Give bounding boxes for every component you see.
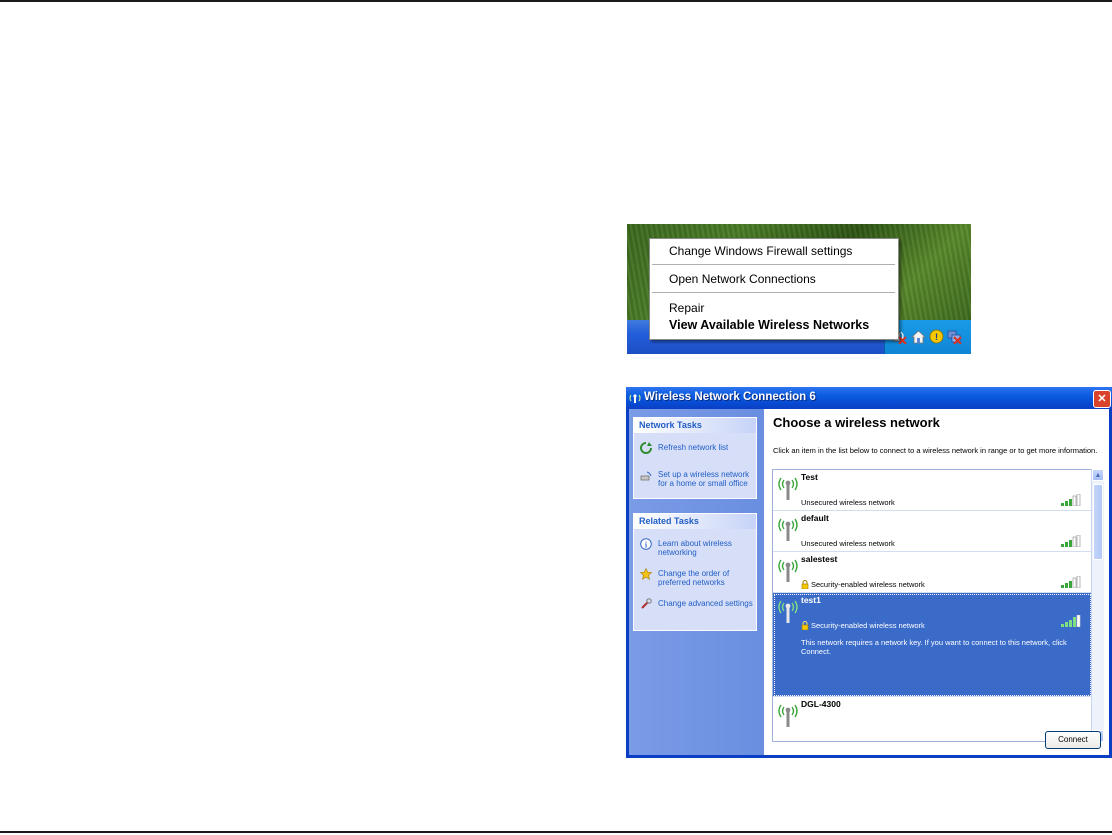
change-network-order-link[interactable]: Change the order of preferred networks [658, 569, 754, 587]
bottom-rule [0, 831, 1112, 833]
network-name: DGL-4300 [801, 699, 841, 709]
setup-network-icon [640, 471, 652, 481]
signal-strength-icon [1061, 494, 1081, 506]
menu-item-change-firewall[interactable]: Change Windows Firewall settings [669, 244, 852, 258]
network-description: This network requires a network key. If … [801, 638, 1067, 656]
scroll-up-button[interactable]: ▲ [1092, 469, 1104, 481]
network-list-pane: Choose a wireless network Click an item … [764, 409, 1109, 755]
network-name: Test [801, 472, 818, 482]
security-shield-icon[interactable]: ! [929, 329, 944, 344]
network-status: Security-enabled wireless network [811, 580, 925, 589]
network-status: Unsecured wireless network [801, 498, 895, 507]
menu-item-repair[interactable]: Repair [669, 301, 704, 315]
menu-separator [652, 264, 895, 265]
wireless-dialog-screenshot: Wireless Network Connection 6 ✕ Network … [626, 387, 1112, 758]
network-list: Test Unsecured wireless network default … [772, 469, 1093, 742]
scroll-thumb[interactable] [1093, 484, 1103, 560]
wireless-antenna-icon [778, 559, 798, 582]
network-name: default [801, 513, 829, 523]
network-list-scrollbar[interactable]: ▲ ▼ [1091, 469, 1104, 742]
network-name: salestest [801, 554, 838, 564]
tray-menu-screenshot: ! Change Windows Firewall settings Open … [627, 224, 971, 354]
signal-strength-icon [1061, 576, 1081, 588]
network-item-salestest[interactable]: salestest Security-enabled wireless netw… [773, 552, 1092, 593]
network-name: test1 [801, 595, 821, 605]
network-status: Unsecured wireless network [801, 539, 895, 548]
dialog-titlebar[interactable]: Wireless Network Connection 6 ✕ [626, 387, 1112, 409]
tray-context-menu: Change Windows Firewall settings Open Ne… [649, 238, 899, 340]
menu-separator [652, 292, 895, 293]
close-button[interactable]: ✕ [1093, 390, 1111, 408]
related-tasks-header: Related Tasks [634, 514, 756, 529]
setup-wireless-network-link[interactable]: Set up a wireless network for a home or … [658, 470, 754, 488]
instructions-text: Click an item in the list below to conne… [773, 446, 1098, 455]
top-rule [0, 0, 1112, 2]
dialog-title: Wireless Network Connection 6 [644, 391, 816, 403]
wireless-antenna-icon [778, 704, 798, 727]
network-disconnected-icon[interactable] [947, 329, 962, 344]
network-item-test[interactable]: Test Unsecured wireless network [773, 470, 1092, 511]
signal-strength-icon [1061, 615, 1081, 627]
change-advanced-settings-link[interactable]: Change advanced settings [658, 599, 754, 608]
network-item-default[interactable]: default Unsecured wireless network [773, 511, 1092, 552]
network-item-test1[interactable]: test1 Security-enabled wireless network … [773, 593, 1092, 697]
signal-strength-icon [1061, 535, 1081, 547]
security-lock-icon [801, 580, 809, 589]
page-title: Choose a wireless network [773, 415, 940, 430]
menu-item-view-wireless-networks[interactable]: View Available Wireless Networks [669, 318, 869, 332]
home-icon[interactable] [911, 329, 926, 344]
network-status: Security-enabled wireless network [811, 621, 925, 630]
network-tasks-header: Network Tasks [634, 418, 756, 433]
tasks-pane: Network Tasks Refresh network list Set u… [629, 409, 764, 755]
learn-wireless-link[interactable]: Learn about wireless networking [658, 539, 754, 557]
refresh-network-list-link[interactable]: Refresh network list [658, 443, 754, 452]
related-tasks-panel: Related Tasks i Learn about wireless net… [633, 513, 757, 631]
security-lock-icon [801, 621, 809, 630]
wireless-antenna-icon [778, 477, 798, 500]
star-icon [640, 568, 652, 580]
info-icon: i [640, 538, 652, 550]
wireless-antenna-icon [629, 394, 641, 403]
dialog-client-area: Network Tasks Refresh network list Set u… [629, 409, 1109, 755]
wireless-antenna-icon [778, 600, 798, 623]
menu-item-open-network-connections[interactable]: Open Network Connections [669, 272, 816, 286]
advanced-settings-icon [641, 598, 652, 609]
svg-text:!: ! [935, 332, 938, 342]
connect-button[interactable]: Connect [1045, 731, 1101, 749]
wireless-antenna-icon [778, 518, 798, 541]
refresh-icon [640, 442, 652, 454]
network-tasks-panel: Network Tasks Refresh network list Set u… [633, 417, 757, 499]
